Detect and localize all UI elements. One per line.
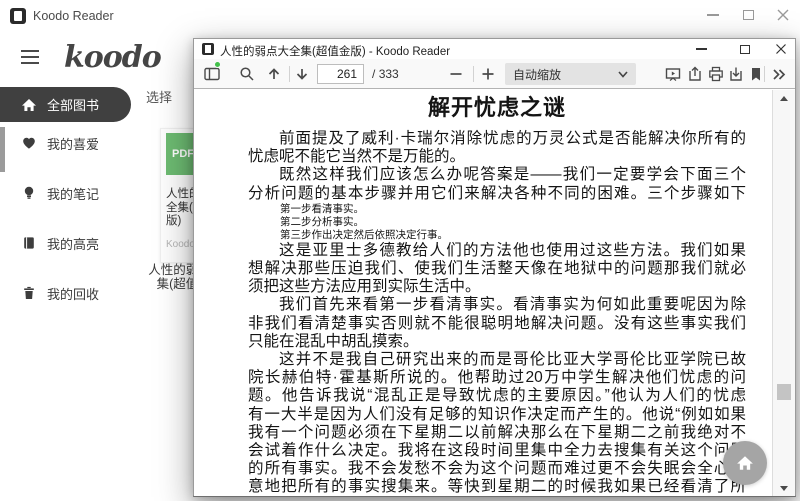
pdf-text-line: 意地把所有的事实搜集来。等快到星期二的时候我如果已经看清了所 [248,478,746,496]
plus-icon [481,67,495,81]
pdf-text-line: 想解决那些压迫我们、使我们生活整天像在地狱中的问题那我们就必 [248,260,746,278]
reader-window-title: 人性的弱点大全集(超值金版) - Koodo Reader [220,43,450,59]
scrollbar-thumb[interactable] [777,384,791,400]
pdf-text-line: 忧虑呢不能它当然不是万能的。 [248,148,746,166]
scroll-down-button[interactable] [773,481,795,495]
pdf-text-line: 第三步作出决定然后依照决定行事。 [248,229,746,242]
pdf-text-line: 只能在混乱中胡乱摸索。 [248,333,746,351]
pdf-text-line: 既然这样我们应该怎么办呢答案是——我们一定要学会下面三个 [248,166,746,184]
heart-icon [21,135,37,151]
toggle-sidebar-button[interactable] [201,63,223,85]
sidebar-item-label: 我的笔记 [47,184,99,203]
search-icon [239,66,255,82]
minus-icon [449,67,463,81]
sidebar-item-all-books[interactable]: 全部图书 [0,87,131,122]
zoom-mode-dropdown[interactable]: 自动缩放 [505,63,636,85]
printer-icon [708,66,724,82]
desktop: Koodo Reader koodo 全部图书 我的喜爱 我的笔记 我的高亮 我… [0,0,800,501]
download-button[interactable] [725,63,747,85]
reader-window: 人性的弱点大全集(超值金版) - Koodo Reader [193,38,796,497]
maximize-button[interactable] [731,0,765,30]
scrollbar[interactable] [773,90,795,496]
main-titlebar: Koodo Reader [0,0,800,32]
lightbulb-icon [21,185,37,201]
open-file-button[interactable] [684,63,706,85]
reader-titlebar: 人性的弱点大全集(超值金版) - Koodo Reader [194,39,795,59]
pdf-text-line: 会试着作什么决定。我将在这段时间里集中全力去搜集有关这个问题 [248,442,746,460]
triangle-up-icon [780,96,788,101]
double-chevron-right-icon [772,68,786,81]
pdf-text-line: 前面提及了威利·卡瑞尔消除忧虑的万灵公式是否能解决你所有的 [248,130,746,148]
arrow-down-icon [294,66,310,82]
previous-page-button[interactable] [263,63,285,85]
home-icon [736,454,754,472]
chevron-down-icon [618,70,628,78]
presentation-mode-button[interactable] [662,63,684,85]
scroll-up-button[interactable] [773,91,795,105]
menu-icon[interactable] [21,50,39,64]
zoom-out-button[interactable] [445,63,467,85]
pdf-text-line: 院长赫伯特·霍基斯所说的。他帮助过20万中学生解决他们忧虑的问 [248,369,746,387]
print-button[interactable] [705,63,727,85]
trash-icon [21,285,37,301]
save-icon [728,66,744,82]
koodo-logo: koodo [64,40,161,75]
book-icon [21,235,37,251]
zoom-in-button[interactable] [477,63,499,85]
close-button[interactable] [766,0,800,30]
chapter-title: 解开忧虑之谜 [248,93,746,123]
pdf-text-line: 的所有事实。我不会发愁不会为这个问题而难过更不会失眠会全心全 [248,460,746,478]
arrow-up-icon [266,66,282,82]
pdf-text-line: 有一大半是因为人们没有足够的知识作决定而产生的。他说“例如如果 [248,406,746,424]
pdf-text-line: 我们首先来看第一步看清事实。看清事实为何如此重要呢因为除 [248,296,746,314]
sidebar-item-label: 我的高亮 [47,234,99,253]
more-tools-button[interactable] [768,63,790,85]
reader-minimize-button[interactable] [686,39,716,59]
pdf-text-line: 这并不是我自己研究出来的而是哥伦比亚大学哥伦比亚学院已故 [248,351,746,369]
background-window-edge [0,127,5,172]
presentation-icon [665,67,681,82]
sidebar-item-label: 全部图书 [47,95,99,114]
sidebar-item-notes[interactable]: 我的笔记 [0,178,131,208]
status-dot [214,61,221,68]
koodo-app-icon [202,43,214,55]
sidebar-item-trash[interactable]: 我的回收 [0,278,131,308]
search-button[interactable] [236,63,258,85]
reader-close-button[interactable] [766,39,796,59]
page-count: / 333 [372,67,399,81]
pdf-page: 解开忧虑之谜 前面提及了威利·卡瑞尔消除忧虑的万灵公式是否能解决你所有的 忧虑呢… [194,90,773,496]
open-file-icon [687,66,703,82]
main-window-title: Koodo Reader [33,9,114,23]
select-mode-button[interactable]: 选择 [146,87,172,106]
sidebar-toggle-icon [204,67,220,81]
close-icon [776,44,786,54]
pdf-text-line: 这是亚里士多德教给人们的方法他也使用过这些方法。我们如果 [248,242,746,260]
pdf-text-line: 非我们看清楚事实否则就不能很聪明地解决问题。没有这些事实我们 [248,315,746,333]
bookmark-icon [750,67,762,82]
sidebar-item-favorites[interactable]: 我的喜爱 [0,128,131,158]
pdf-viewer: 解开忧虑之谜 前面提及了威利·卡瑞尔消除忧虑的万灵公式是否能解决你所有的 忧虑呢… [194,90,795,496]
sidebar-item-highlights[interactable]: 我的高亮 [0,228,131,258]
pdf-text-line: 须把这些方法应用到实际生活中。 [248,278,746,296]
reader-maximize-button[interactable] [730,39,760,59]
minimize-button[interactable] [696,0,730,30]
home-icon [21,97,37,113]
koodo-app-icon [10,8,26,24]
pdf-text-line: 我有一个问题必须在下星期二以前解决那么在下星期二之前我绝对不 [248,424,746,442]
pdf-text-line: 题。他告诉我说“混乱正是导致忧虑的主要原因。”他认为人们的忧虑 [248,387,746,405]
sidebar-item-label: 我的喜爱 [47,134,99,153]
pdf-toolbar: / 333 自动缩放 [194,59,795,89]
next-page-button[interactable] [291,63,313,85]
pdf-text-line: 第一步看清事实。 [248,203,746,216]
triangle-down-icon [780,486,788,491]
back-to-library-button[interactable] [723,441,767,485]
close-icon [777,9,789,21]
pdf-text-line: 分析问题的基本步骤并用它们来解决各种不同的困难。三个步骤如下 [248,185,746,203]
zoom-mode-value: 自动缩放 [513,66,561,83]
page-number-input[interactable] [317,64,364,84]
sidebar-item-label: 我的回收 [47,284,99,303]
pdf-text-line: 第二步分析事实。 [248,216,746,229]
